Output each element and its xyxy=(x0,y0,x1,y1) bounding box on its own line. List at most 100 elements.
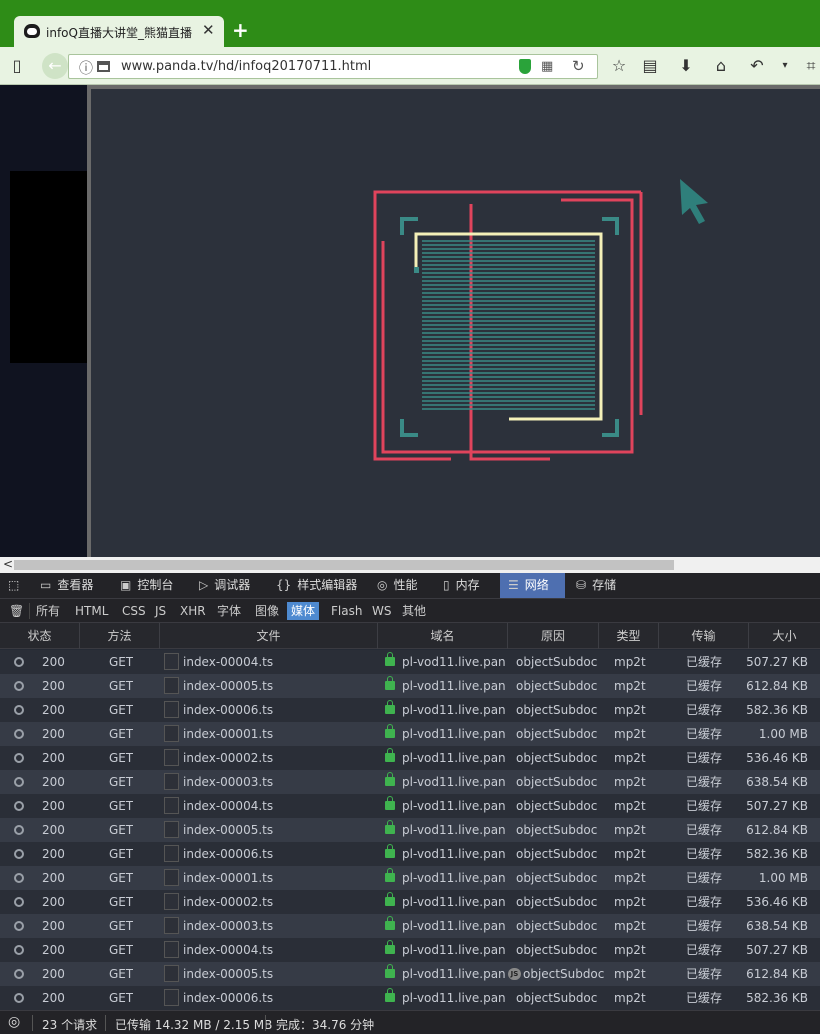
status-dot-icon xyxy=(14,945,24,955)
lock-icon xyxy=(385,772,395,786)
undo-icon[interactable]: ↶ xyxy=(746,55,768,77)
shield-icon[interactable] xyxy=(519,59,531,74)
reading-list-icon[interactable]: ▤ xyxy=(639,55,661,77)
cell-transferred: 已缓存 xyxy=(686,751,723,765)
filter-images[interactable]: 图像 xyxy=(251,602,283,620)
lock-icon xyxy=(385,916,395,930)
table-row[interactable]: 200 GET index-00003.ts pl-vod11.live.pan...… xyxy=(0,770,820,794)
filter-html[interactable]: HTML xyxy=(71,602,112,620)
column-size[interactable]: 大小 xyxy=(749,623,820,649)
download-icon[interactable]: ⬇ xyxy=(675,55,697,77)
tab-label: 存储 xyxy=(592,578,617,592)
panda-favicon-icon xyxy=(24,24,40,38)
file-thumbnail-icon xyxy=(164,773,179,790)
tab-network[interactable]: ☰ 网络 xyxy=(500,573,565,598)
filter-flash[interactable]: Flash xyxy=(327,602,366,620)
tab-performance[interactable]: ◎ 性能 xyxy=(369,573,426,598)
info-icon[interactable]: ⓘ xyxy=(79,58,93,78)
filter-media[interactable]: 媒体 xyxy=(287,602,320,620)
browser-tab[interactable]: infoQ直播大讲堂_熊猫直播 ✕ xyxy=(14,16,224,47)
dropdown-chevron-icon[interactable]: ▾ xyxy=(774,55,796,77)
cell-file: index-00002.ts xyxy=(183,895,274,909)
table-row[interactable]: 200 GET index-00004.ts pl-vod11.live.pan...… xyxy=(0,650,820,674)
table-row[interactable]: 200 GET index-00004.ts pl-vod11.live.pan...… xyxy=(0,794,820,818)
cell-status: 200 xyxy=(42,799,65,813)
column-type[interactable]: 类型 xyxy=(599,623,659,649)
lock-icon xyxy=(385,748,395,762)
cell-domain: pl-vod11.live.pan... xyxy=(402,655,506,669)
memory-icon: ▯ xyxy=(443,578,450,592)
video-player[interactable] xyxy=(87,85,820,557)
table-row[interactable]: 200 GET index-00001.ts pl-vod11.live.pan...… xyxy=(0,866,820,890)
table-row[interactable]: 200 GET index-00006.ts pl-vod11.live.pan...… xyxy=(0,986,820,1010)
filter-xhr[interactable]: XHR xyxy=(176,602,210,620)
lock-icon xyxy=(385,676,395,690)
filter-all[interactable]: 所有 xyxy=(32,602,64,620)
tab-console[interactable]: ▣ 控制台 xyxy=(112,573,181,598)
column-method[interactable]: 方法 xyxy=(80,623,160,649)
bookmark-star-icon[interactable]: ☆ xyxy=(608,55,630,77)
table-row[interactable]: 200 GET index-00005.ts pl-vod11.live.pan...… xyxy=(0,818,820,842)
cell-type: mp2t xyxy=(614,919,646,933)
url-bar[interactable]: ⓘ www.panda.tv/hd/infoq20170711.html ▦ ↻ xyxy=(68,54,598,79)
tab-style-editor[interactable]: {} 样式编辑器 xyxy=(268,573,365,598)
new-tab-icon[interactable]: + xyxy=(232,18,249,42)
crop-icon[interactable]: ⌗ xyxy=(800,55,820,77)
filter-fonts[interactable]: 字体 xyxy=(213,602,245,620)
tab-inspector[interactable]: ▭ 查看器 xyxy=(32,573,101,598)
tab-storage[interactable]: ⛁ 存储 xyxy=(568,573,624,598)
cell-method: GET xyxy=(109,799,134,813)
element-picker-icon[interactable]: ⬚ xyxy=(0,573,30,598)
cell-status: 200 xyxy=(42,679,65,693)
tab-close-icon[interactable]: ✕ xyxy=(202,21,215,39)
filter-js[interactable]: JS xyxy=(151,602,170,620)
back-button-icon[interactable]: ← xyxy=(42,53,68,79)
table-row[interactable]: 200 GET index-00003.ts pl-vod11.live.pan...… xyxy=(0,914,820,938)
qr-code-icon[interactable]: ▦ xyxy=(541,59,553,74)
table-row[interactable]: 200 GET index-00001.ts pl-vod11.live.pan...… xyxy=(0,722,820,746)
filter-css[interactable]: CSS xyxy=(118,602,150,620)
horizontal-scrollbar[interactable]: < xyxy=(0,557,820,573)
devtools-toolbar: ⬚ ▭ 查看器 ▣ 控制台 ▷ 调试器 {} 样式编辑器 ◎ 性能 ▯ 内存 ☰ 网络 ⛁ 存储 xyxy=(0,573,820,599)
tab-label: 查看器 xyxy=(57,578,94,592)
table-row[interactable]: 200 GET index-00005.ts pl-vod11.live.pan...… xyxy=(0,674,820,698)
cell-method: GET xyxy=(109,847,134,861)
home-icon[interactable]: ⌂ xyxy=(710,55,732,77)
lock-icon xyxy=(385,700,395,714)
filter-ws[interactable]: WS xyxy=(368,602,395,620)
cell-cause: objectSubdoc xyxy=(516,847,598,861)
column-status[interactable]: 状态 xyxy=(0,623,80,649)
table-row[interactable]: 200 GET index-00002.ts pl-vod11.live.pan...… xyxy=(0,890,820,914)
tab-memory[interactable]: ▯ 内存 xyxy=(435,573,488,598)
separator xyxy=(265,1015,266,1031)
table-row[interactable]: 200 GET index-00002.ts pl-vod11.live.pan...… xyxy=(0,746,820,770)
table-row[interactable]: 200 GET index-00006.ts pl-vod11.live.pan...… xyxy=(0,698,820,722)
performance-analysis-icon[interactable]: ◎ xyxy=(8,1014,20,1030)
separator xyxy=(105,1015,106,1031)
column-cause[interactable]: 原因 xyxy=(508,623,599,649)
black-panel xyxy=(10,171,87,363)
table-row[interactable]: 200 GET index-00004.ts pl-vod11.live.pan...… xyxy=(0,938,820,962)
reload-icon[interactable]: ↻ xyxy=(572,57,585,75)
cell-type: mp2t xyxy=(614,727,646,741)
tab-debugger[interactable]: ▷ 调试器 xyxy=(191,573,258,598)
status-dot-icon xyxy=(14,921,24,931)
sidebar-toggle-icon[interactable]: ▯ xyxy=(6,55,28,77)
scroll-left-icon[interactable]: < xyxy=(3,557,13,571)
cell-cause: objectSubdoc xyxy=(516,991,598,1005)
tab-label: 内存 xyxy=(455,578,480,592)
table-row[interactable]: 200 GET index-00005.ts pl-vod11.live.pan...… xyxy=(0,962,820,986)
url-text[interactable]: www.panda.tv/hd/infoq20170711.html xyxy=(121,59,371,74)
column-transferred[interactable]: 传输 xyxy=(659,623,749,649)
cell-transferred: 已缓存 xyxy=(686,823,723,837)
table-row[interactable]: 200 GET index-00006.ts pl-vod11.live.pan...… xyxy=(0,842,820,866)
cell-size: 507.27 KB xyxy=(746,799,808,813)
cell-file: index-00004.ts xyxy=(183,799,274,813)
scrollbar-thumb[interactable] xyxy=(14,560,674,570)
cell-transferred: 已缓存 xyxy=(686,967,723,981)
column-file[interactable]: 文件 xyxy=(160,623,378,649)
column-domain[interactable]: 域名 xyxy=(378,623,508,649)
status-dot-icon xyxy=(14,801,24,811)
clear-trash-icon[interactable]: 🗑 xyxy=(5,602,28,620)
filter-other[interactable]: 其他 xyxy=(398,602,430,620)
